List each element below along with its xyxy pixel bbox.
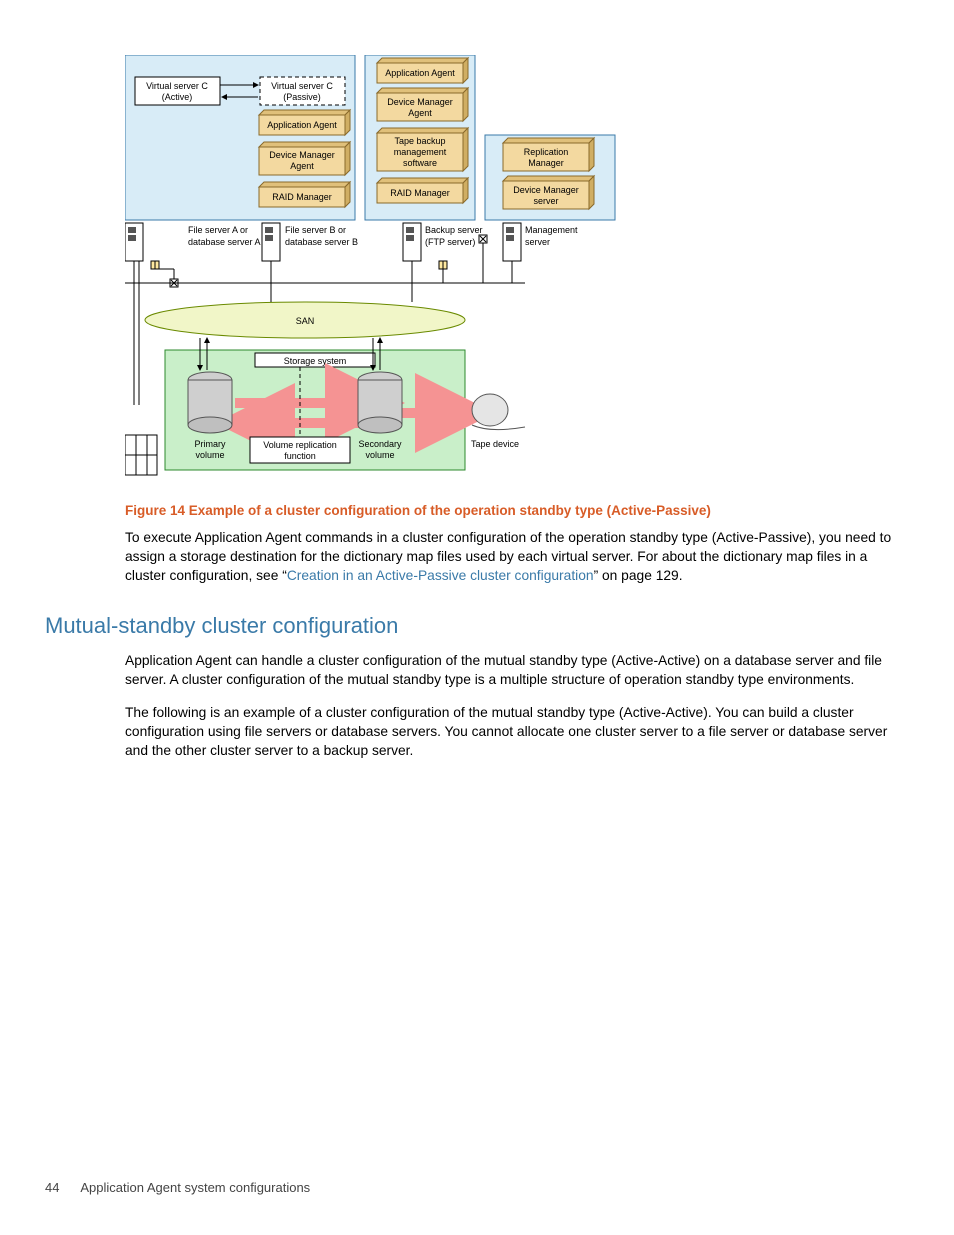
box-dev-mgr-agent-3: Device Manager Agent	[377, 88, 468, 121]
paragraph-1b: ” on page 129.	[594, 568, 683, 583]
page-number: 44	[45, 1180, 59, 1195]
svg-text:Application Agent: Application Agent	[385, 68, 455, 78]
page: Virtual server C (Active) Virtual server…	[0, 0, 954, 1235]
footer-title: Application Agent system configurations	[80, 1180, 310, 1195]
box-dev-mgr-srv: Device Manager server	[503, 176, 594, 209]
file-server-a-l1: File server A or	[188, 225, 248, 235]
vrf-l2: function	[284, 451, 316, 461]
server-a-icon	[125, 223, 143, 261]
box-raid-mgr-2: RAID Manager	[259, 182, 350, 207]
tape-device-icon	[472, 394, 525, 430]
file-server-b-l1: File server B or	[285, 225, 346, 235]
svg-text:RAID Manager: RAID Manager	[390, 188, 450, 198]
secondary-volume-icon	[358, 372, 402, 433]
vserver-c-active-l2: (Active)	[162, 92, 193, 102]
primary-volume-l1: Primary	[195, 439, 226, 449]
figure-caption: Figure 14 Example of a cluster configura…	[125, 503, 905, 518]
san-label: SAN	[296, 316, 315, 326]
box-app-agent-2: Application Agent	[259, 110, 350, 135]
svg-text:Device Manager: Device Manager	[513, 185, 579, 195]
mgmt-server-l2: server	[525, 237, 550, 247]
storage-units-icon	[125, 435, 157, 475]
svg-text:Agent: Agent	[290, 161, 314, 171]
box-repl-mgr: Replication Manager	[503, 138, 594, 171]
vserver-c-active-l1: Virtual server C	[146, 81, 208, 91]
vrf-l1: Volume replication	[263, 440, 337, 450]
backup-server-icon	[403, 223, 421, 261]
primary-volume-icon	[188, 372, 232, 433]
svg-text:Manager: Manager	[528, 158, 564, 168]
primary-volume-l2: volume	[195, 450, 224, 460]
vserver-c-passive-l1: Virtual server C	[271, 81, 333, 91]
svg-text:Device Manager: Device Manager	[387, 97, 453, 107]
svg-text:Tape backup: Tape backup	[394, 136, 445, 146]
box-raid-mgr-3: RAID Manager	[377, 178, 468, 203]
svg-text:Replication: Replication	[524, 147, 569, 157]
mgmt-server-l1: Management	[525, 225, 578, 235]
mgmt-server-icon	[503, 223, 521, 261]
svg-text:Device Manager: Device Manager	[269, 150, 335, 160]
page-footer: 44 Application Agent system configuratio…	[45, 1180, 310, 1195]
backup-server-l2: (FTP server)	[425, 237, 475, 247]
svg-text:Application Agent: Application Agent	[267, 120, 337, 130]
server-b-icon	[262, 223, 280, 261]
content-area: Virtual server C (Active) Virtual server…	[45, 55, 905, 774]
vserver-c-passive-l2: (Passive)	[283, 92, 321, 102]
secondary-volume-l1: Secondary	[358, 439, 402, 449]
paragraph-2: Application Agent can handle a cluster c…	[125, 651, 908, 689]
svg-text:management: management	[394, 147, 447, 157]
box-app-agent-3: Application Agent	[377, 58, 468, 83]
file-server-a-l2: database server A	[188, 237, 261, 247]
link-creation-active-passive[interactable]: Creation in an Active-Passive cluster co…	[287, 568, 594, 583]
storage-system-label: Storage system	[284, 356, 347, 366]
backup-server-l1: Backup server	[425, 225, 483, 235]
paragraph-3: The following is an example of a cluster…	[125, 703, 908, 760]
svg-text:software: software	[403, 158, 437, 168]
svg-text:RAID Manager: RAID Manager	[272, 192, 332, 202]
svg-text:server: server	[533, 196, 558, 206]
file-server-b-l2: database server B	[285, 237, 358, 247]
paragraph-1: To execute Application Agent commands in…	[125, 528, 908, 585]
heading-mutual-standby: Mutual-standby cluster configuration	[45, 613, 905, 639]
svg-text:Agent: Agent	[408, 108, 432, 118]
tape-device-label: Tape device	[471, 439, 519, 449]
box-tape-sw: Tape backup management software	[377, 128, 468, 171]
secondary-volume-l2: volume	[365, 450, 394, 460]
box-dev-mgr-agent-2: Device Manager Agent	[259, 142, 350, 175]
cluster-diagram: Virtual server C (Active) Virtual server…	[125, 55, 645, 485]
